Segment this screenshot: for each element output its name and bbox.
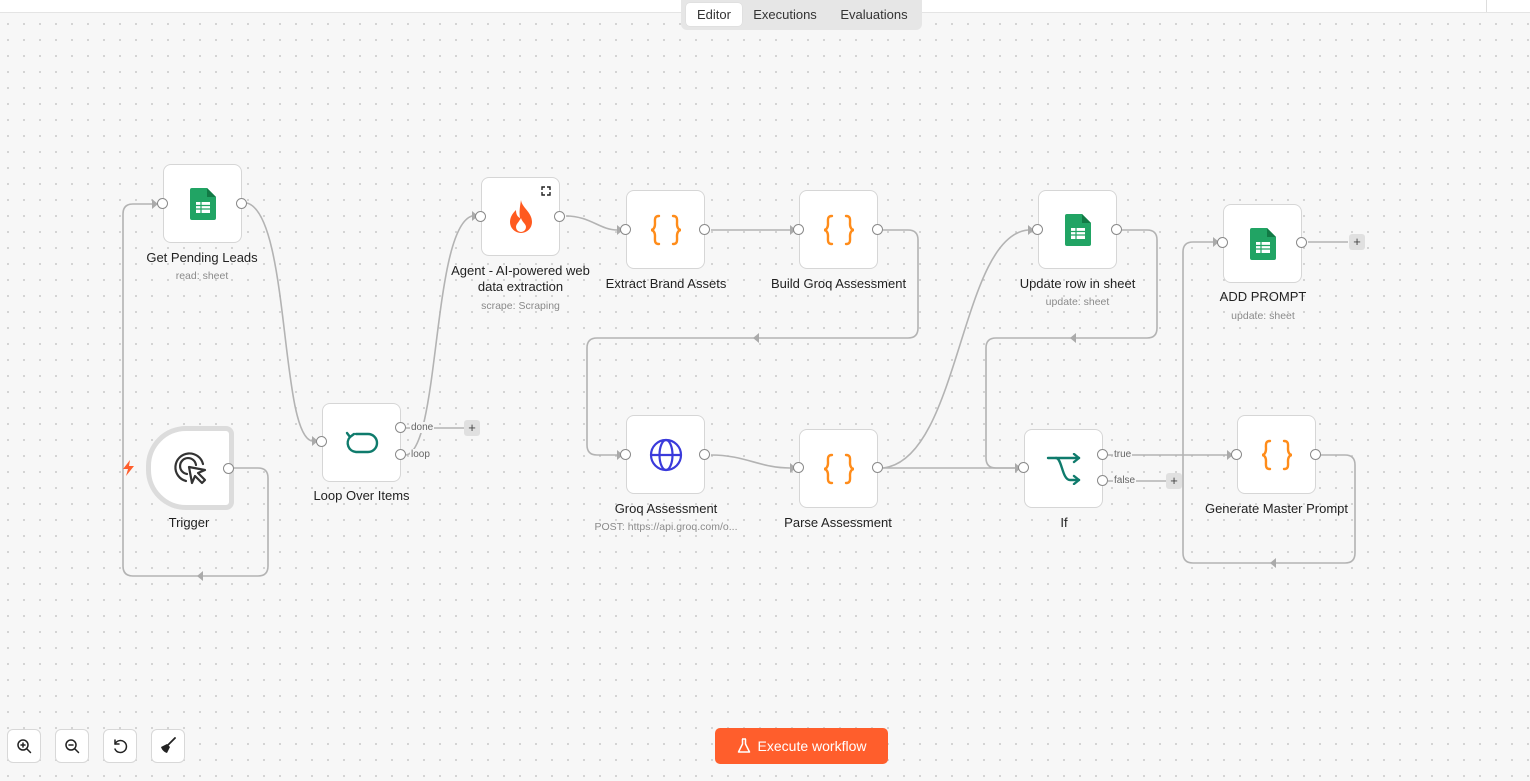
node-subtitle: scrape: Scraping	[481, 300, 560, 312]
branch-icon	[1046, 452, 1080, 485]
port-label-done: done	[410, 422, 435, 433]
add-node-button[interactable]: +	[1349, 234, 1365, 250]
input-port[interactable]	[620, 449, 631, 460]
node-label: Loop Over Items	[313, 488, 410, 503]
input-port[interactable]	[157, 198, 168, 209]
input-port[interactable]	[1018, 462, 1029, 473]
port-label-loop: loop	[410, 449, 431, 460]
undo-icon	[114, 739, 128, 754]
output-port[interactable]	[872, 462, 883, 473]
node-label: Agent - AI-powered web data extraction	[451, 263, 590, 294]
edge-loop-to-agent	[405, 215, 473, 456]
node-label: Trigger	[168, 515, 210, 530]
output-port[interactable]	[1296, 237, 1307, 248]
loop-icon	[345, 431, 378, 453]
zoom-in-button[interactable]	[7, 729, 41, 763]
input-port[interactable]	[1032, 224, 1043, 235]
globe-icon	[649, 438, 682, 471]
node-if[interactable]	[1024, 429, 1103, 508]
code-braces-icon	[823, 214, 854, 245]
node-groq-assessment[interactable]	[626, 415, 705, 494]
edge-parse-to-update	[882, 229, 1029, 469]
edge-get-to-loop	[246, 202, 313, 442]
port-label-false: false	[1113, 475, 1137, 486]
input-port[interactable]	[475, 211, 486, 222]
node-label: Build Groq Assessment	[770, 276, 907, 291]
reset-view-button[interactable]	[103, 729, 137, 763]
node-generate-master-prompt[interactable]	[1237, 415, 1316, 494]
node-build-groq-assessment[interactable]	[799, 190, 878, 269]
sheets-icon	[189, 187, 216, 220]
tidy-up-button[interactable]	[151, 729, 185, 763]
output-port-true[interactable]	[1097, 449, 1108, 460]
output-port-done[interactable]	[395, 422, 406, 433]
port-label-true: true	[1113, 449, 1133, 460]
output-port[interactable]	[699, 224, 710, 235]
pointer-click-icon	[174, 452, 207, 485]
node-label: Get Pending Leads	[146, 250, 258, 265]
node-subtitle: update: sheet	[1231, 310, 1295, 322]
output-port[interactable]	[1310, 449, 1321, 460]
output-port[interactable]	[872, 224, 883, 235]
execute-workflow-label: Execute workflow	[757, 738, 867, 754]
node-label: Extract Brand Assets	[605, 276, 727, 291]
node-subtitle: update: sheet	[1045, 296, 1110, 308]
node-update-row-in-sheet[interactable]	[1038, 190, 1117, 269]
code-braces-icon	[823, 453, 854, 484]
node-label: Update row in sheet	[1019, 276, 1136, 291]
node-add-prompt[interactable]	[1223, 204, 1302, 283]
sheets-icon	[1064, 213, 1091, 246]
edge-agent-to-extract	[565, 215, 618, 231]
expand-icon[interactable]	[541, 186, 551, 196]
node-label: Generate Master Prompt	[1204, 501, 1349, 516]
flask-icon	[737, 738, 750, 753]
node-parse-assessment[interactable]	[799, 429, 878, 508]
input-port[interactable]	[1231, 449, 1242, 460]
edge-groq-to-parse	[710, 454, 791, 469]
node-extract-brand-assets[interactable]	[626, 190, 705, 269]
node-subtitle: read: sheet	[175, 270, 229, 282]
input-port[interactable]	[620, 224, 631, 235]
execute-workflow-button[interactable]: Execute workflow	[715, 728, 888, 764]
zoom-out-button[interactable]	[55, 729, 89, 763]
node-subtitle: POST: https://api.groq.com/o...	[594, 521, 738, 533]
bolt-icon	[123, 460, 134, 476]
node-trigger[interactable]	[146, 426, 234, 510]
code-braces-icon	[1261, 439, 1292, 470]
input-port[interactable]	[793, 462, 804, 473]
broom-icon	[161, 737, 176, 753]
node-label: If	[1060, 515, 1068, 530]
input-port[interactable]	[1217, 237, 1228, 248]
input-port[interactable]	[793, 224, 804, 235]
zoom-out-icon	[65, 739, 80, 754]
workflow-connections	[122, 199, 1356, 581]
node-label: Parse Assessment	[784, 515, 892, 530]
add-node-button[interactable]: +	[1166, 473, 1182, 489]
output-port-false[interactable]	[1097, 475, 1108, 486]
node-loop-over-items[interactable]	[322, 403, 401, 482]
node-agent-web-extraction[interactable]	[481, 177, 560, 256]
output-port[interactable]	[554, 211, 565, 222]
input-port[interactable]	[316, 436, 327, 447]
code-braces-icon	[650, 214, 681, 245]
add-node-button[interactable]: +	[464, 420, 480, 436]
zoom-in-icon	[17, 739, 32, 754]
output-port[interactable]	[236, 198, 247, 209]
output-port-loop[interactable]	[395, 449, 406, 460]
sheets-icon	[1249, 227, 1276, 260]
node-label: ADD PROMPT	[1219, 289, 1307, 304]
output-port[interactable]	[699, 449, 710, 460]
node-label: Groq Assessment	[614, 501, 718, 516]
output-port[interactable]	[223, 463, 234, 474]
output-port[interactable]	[1111, 224, 1122, 235]
node-get-pending-leads[interactable]	[163, 164, 242, 243]
fire-icon	[509, 199, 532, 233]
